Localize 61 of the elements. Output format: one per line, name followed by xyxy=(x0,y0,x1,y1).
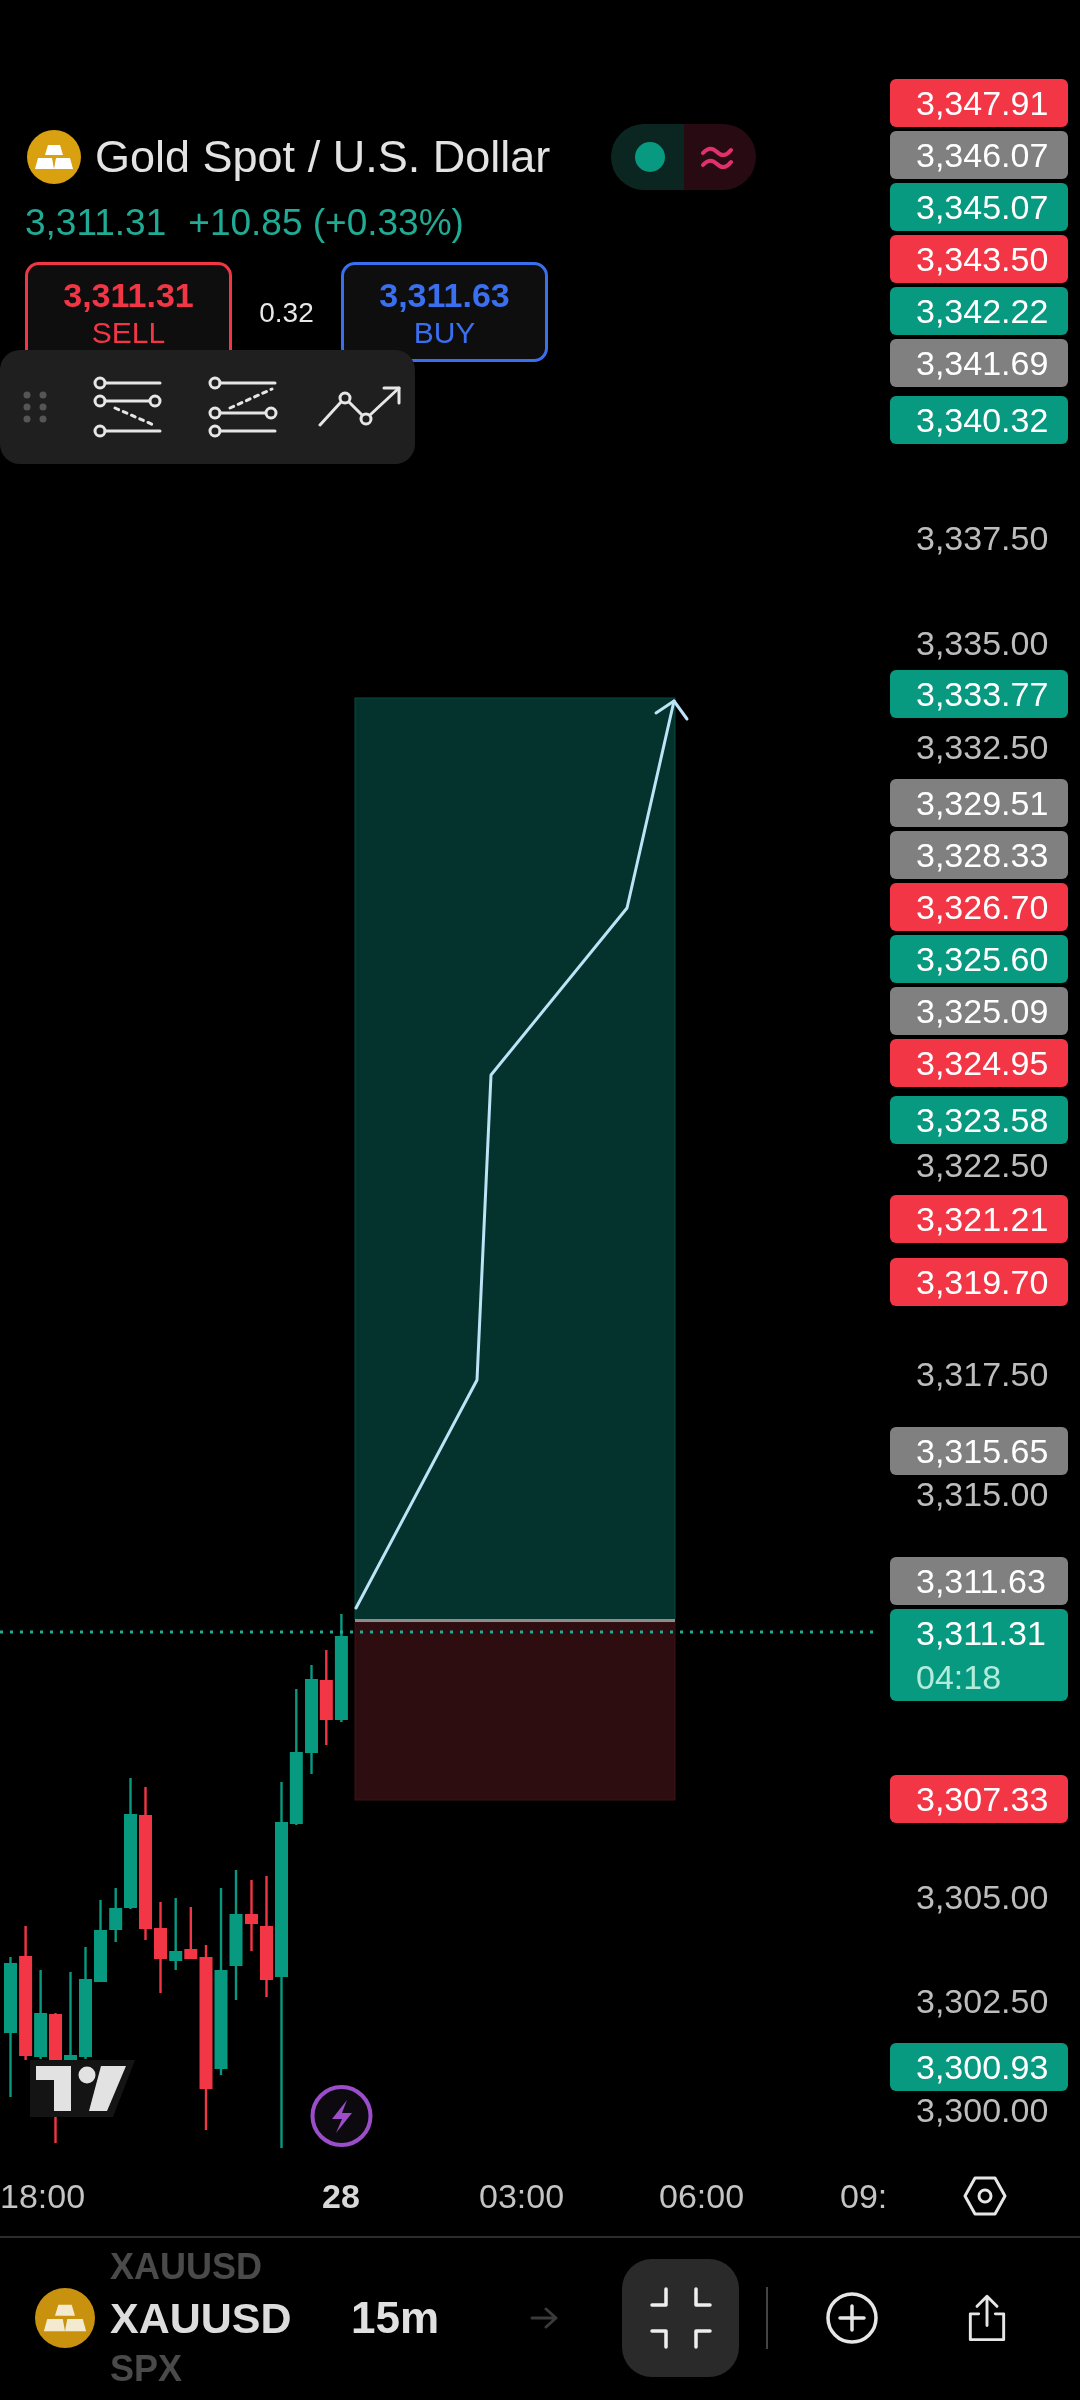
add-icon[interactable] xyxy=(826,2292,878,2344)
time-label: 06:00 xyxy=(659,2176,745,2216)
price-tag: 3,342.22 xyxy=(890,286,1068,335)
price-tag: 3,323.58 xyxy=(890,1095,1068,1144)
price-tag: 3,311.63 xyxy=(890,1556,1068,1605)
axis-price: 3,315.00 xyxy=(915,1474,1049,1515)
spread-value: 0.32 xyxy=(258,296,315,330)
collapse-icon xyxy=(649,2287,712,2349)
axis-price: 3,305.00 xyxy=(915,1876,1049,1917)
countdown-timer: 04:18 xyxy=(916,1656,1003,1698)
price-change: +10.85 (+0.33%) xyxy=(188,202,464,244)
symbol-title: Gold Spot / U.S. Dollar xyxy=(95,130,551,184)
price-tag: 3,346.07 xyxy=(890,130,1068,179)
wave-icon xyxy=(701,144,734,170)
symbol-option[interactable]: XAUUSD xyxy=(110,2292,292,2344)
lines-up-icon[interactable] xyxy=(208,376,278,438)
time-label: 18:00 xyxy=(0,2176,86,2216)
ingots-icon xyxy=(35,2288,95,2348)
time-label: 09: xyxy=(840,2176,888,2216)
last-price: 3,311.31 xyxy=(25,202,167,244)
price-tag: 3,326.70 xyxy=(890,882,1068,931)
day-label: 28 xyxy=(322,2176,360,2216)
price-tag: 3,343.50 xyxy=(890,234,1068,283)
sell-button[interactable]: 3,311.31 SELL xyxy=(25,262,232,350)
price-tag: 3,300.93 xyxy=(890,2042,1068,2091)
price-tag: 3,340.32 xyxy=(890,396,1068,445)
price-tag: 3,328.33 xyxy=(890,830,1068,879)
price-tag: 3,347.91 xyxy=(890,78,1068,127)
price-tag: 3,315.65 xyxy=(890,1427,1068,1476)
price-tag: 3,324.95 xyxy=(890,1038,1068,1087)
axis-price: 3,335.00 xyxy=(915,622,1049,663)
polyline-arrow-icon[interactable] xyxy=(318,385,402,429)
price-tag: 3,321.21 xyxy=(890,1194,1068,1243)
candle xyxy=(245,1880,258,1951)
price-tag: 3,345.07 xyxy=(890,182,1068,231)
price-tag: 3,333.77 xyxy=(890,669,1068,718)
axis-price: 3,302.50 xyxy=(915,1981,1049,2021)
axis-price: 3,317.50 xyxy=(915,1354,1049,1394)
arrow-icon xyxy=(530,2306,558,2330)
axis-price: 3,322.50 xyxy=(915,1145,1049,1185)
price-tag: 3,329.51 xyxy=(890,778,1068,827)
collapse-button[interactable] xyxy=(622,2259,739,2377)
axis-price: 3,300.00 xyxy=(915,2089,1049,2130)
buy-button[interactable]: 3,311.63 BUY xyxy=(341,262,548,362)
lightning-icon[interactable] xyxy=(310,2085,373,2147)
chart-logo-icon xyxy=(30,2060,135,2117)
interval-button[interactable]: 15m xyxy=(351,2293,444,2343)
price-tag: 3,319.70 xyxy=(890,1258,1068,1307)
price-text: 3,311.31 xyxy=(916,1612,1047,1654)
settings-icon[interactable] xyxy=(963,2176,1007,2216)
price-tag: 3,325.60 xyxy=(890,934,1068,983)
candle xyxy=(169,1898,183,1970)
drag-handle-icon[interactable] xyxy=(22,390,48,424)
lines-down-icon[interactable] xyxy=(93,376,163,438)
time-label: 03:00 xyxy=(479,2176,565,2216)
axis-price: 3,337.50 xyxy=(915,518,1049,558)
price-tag: 3,325.09 xyxy=(890,986,1068,1035)
ingots-icon xyxy=(27,130,81,184)
price-tag: 3,307.33 xyxy=(890,1775,1068,1824)
axis-price: 3,332.50 xyxy=(915,727,1049,767)
price-tag: 3,341.69 xyxy=(890,338,1068,387)
